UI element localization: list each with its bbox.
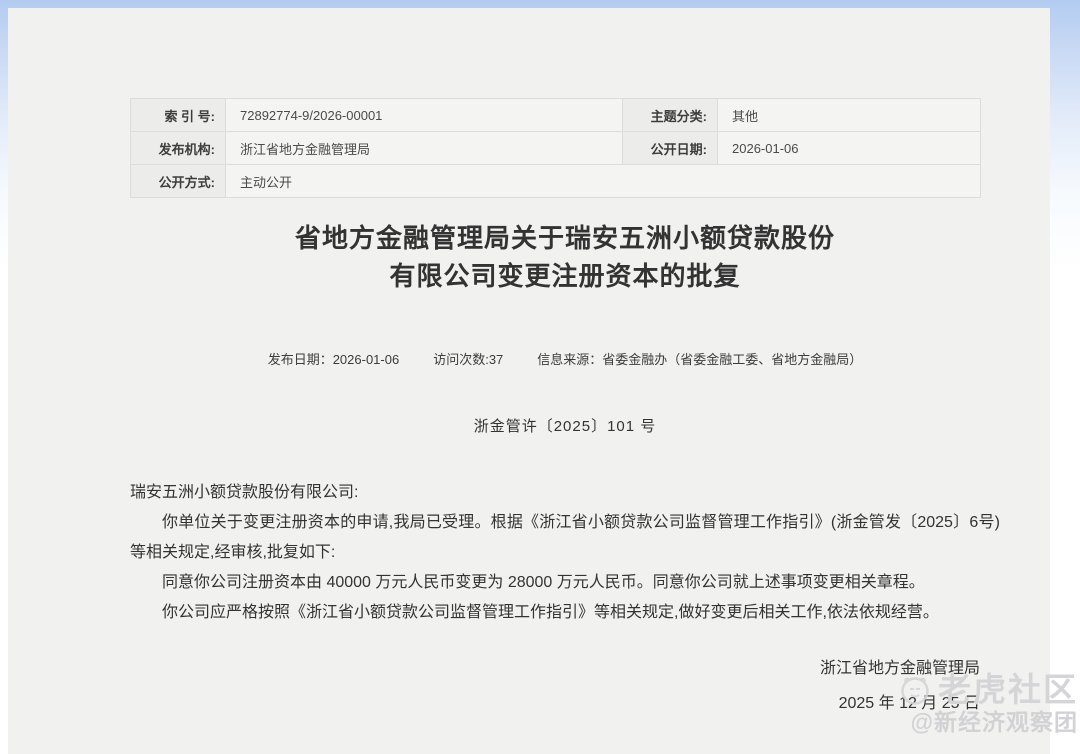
- table-row: 公开方式: 主动公开: [131, 165, 981, 198]
- disclosure-info-table: 索 引 号: 72892774-9/2026-00001 主题分类: 其他 发布…: [130, 98, 981, 198]
- index-number-value: 72892774-9/2026-00001: [226, 99, 623, 132]
- index-number-label: 索 引 号:: [131, 99, 226, 132]
- salutation: 瑞安五洲小额贷款股份有限公司:: [130, 478, 1000, 508]
- table-row: 发布机构: 浙江省地方金融管理局 公开日期: 2026-01-06: [131, 132, 981, 165]
- page-title: 省地方金融管理局关于瑞安五洲小额贷款股份有限公司变更注册资本的批复: [130, 219, 1000, 295]
- body-paragraph: 你公司应严格按照《浙江省小额贷款公司监督管理工作指引》等相关规定,做好变更后相关…: [130, 598, 1000, 628]
- open-method-value: 主动公开: [226, 165, 981, 198]
- open-date-value: 2026-01-06: [718, 132, 981, 165]
- topic-category-value: 其他: [718, 99, 981, 132]
- signature-block: 浙江省地方金融管理局 2025 年 12 月 25 日: [130, 652, 1000, 722]
- open-method-label: 公开方式:: [131, 165, 226, 198]
- info-source: 信息来源：省委金融办（省委金融工委、省地方金融局）: [537, 352, 862, 367]
- body-paragraph: 你单位关于变更注册资本的申请,我局已受理。根据《浙江省小额贷款公司监督管理工作指…: [130, 508, 1000, 568]
- document-body: 瑞安五洲小额贷款股份有限公司: 你单位关于变更注册资本的申请,我局已受理。根据《…: [130, 478, 1000, 628]
- page-title-line1: 省地方金融管理局关于瑞安五洲小额贷款股份: [295, 223, 835, 253]
- page-title-line2: 有限公司变更注册资本的批复: [389, 261, 740, 291]
- document-panel: 索 引 号: 72892774-9/2026-00001 主题分类: 其他 发布…: [8, 8, 1050, 754]
- body-paragraph: 同意你公司注册资本由 40000 万元人民币变更为 28000 万元人民币。同意…: [130, 568, 1000, 598]
- issuing-agency-value: 浙江省地方金融管理局: [226, 132, 623, 165]
- publish-meta-line: 发布日期：2026-01-06 访问次数:37 信息来源：省委金融办（省委金融工委、…: [130, 351, 1000, 369]
- open-date-label: 公开日期:: [623, 132, 718, 165]
- document-content: 省地方金融管理局关于瑞安五洲小额贷款股份有限公司变更注册资本的批复 发布日期：2…: [130, 219, 1000, 722]
- signature-date: 2025 年 12 月 25 日: [130, 686, 980, 722]
- issuing-agency-label: 发布机构:: [131, 132, 226, 165]
- table-row: 索 引 号: 72892774-9/2026-00001 主题分类: 其他: [131, 99, 981, 132]
- visit-count: 访问次数:37: [433, 352, 503, 367]
- topic-category-label: 主题分类:: [623, 99, 718, 132]
- signer-name: 浙江省地方金融管理局: [130, 652, 980, 686]
- document-number: 浙金管许〔2025〕101 号: [130, 416, 1000, 438]
- publish-date: 发布日期：2026-01-06: [268, 352, 400, 367]
- page-background: { "page": { "background_top_color": "#b2…: [0, 0, 1080, 754]
